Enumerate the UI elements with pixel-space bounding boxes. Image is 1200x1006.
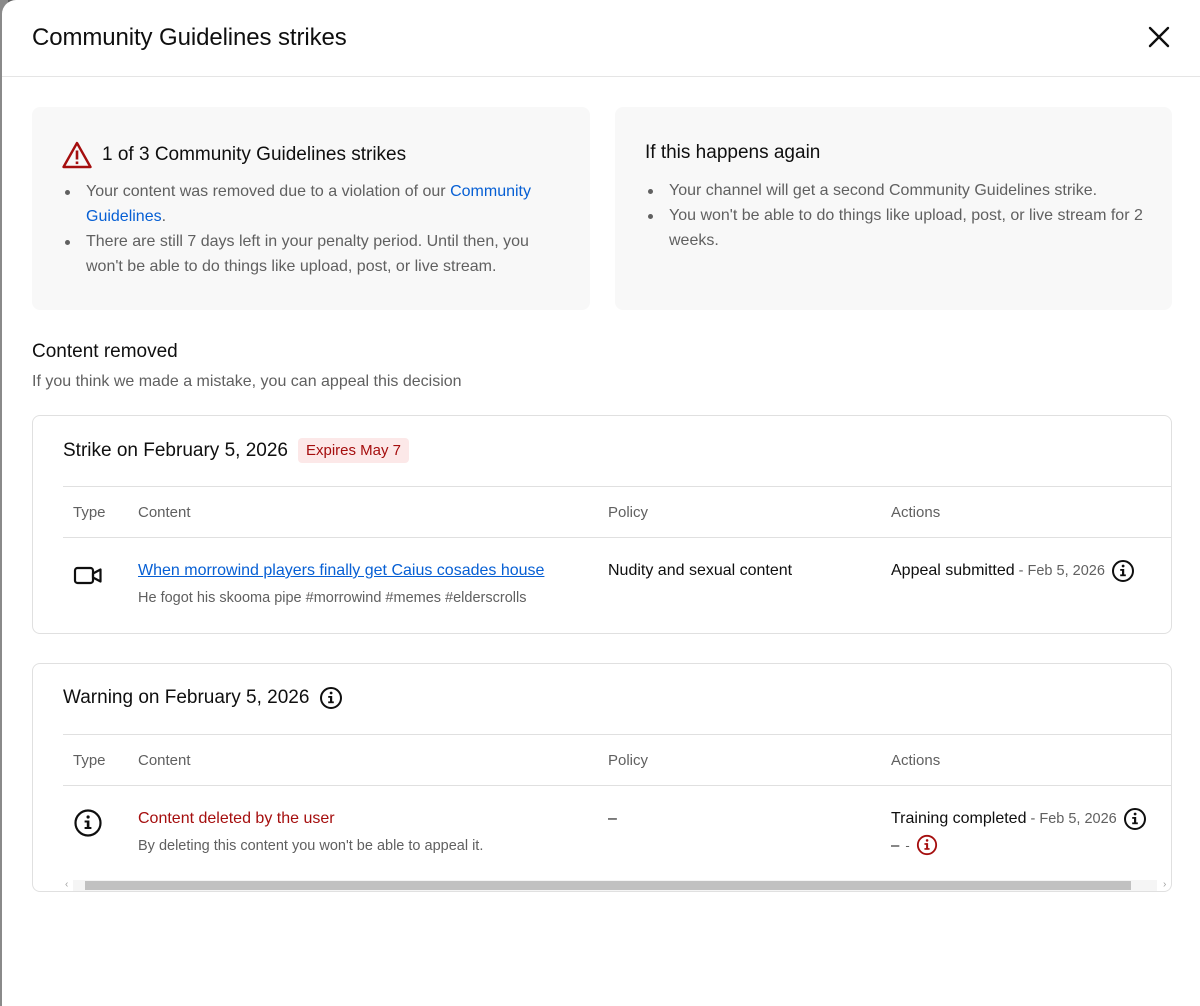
warning-triangle-icon bbox=[62, 141, 92, 169]
action-sub-dash-small: - bbox=[905, 837, 910, 853]
alert-info-icon bbox=[916, 834, 937, 856]
if-again-heading: If this happens again bbox=[645, 142, 821, 163]
info-icon bbox=[74, 809, 102, 837]
column-header-policy: Policy bbox=[608, 752, 649, 769]
deleted-content-description: By deleting this content you won't be ab… bbox=[138, 838, 484, 854]
column-header-actions: Actions bbox=[891, 752, 941, 769]
warning-panel-header: Warning on February 5, 2026 bbox=[63, 686, 343, 710]
table-header: Type Content Policy Actions bbox=[63, 486, 1171, 538]
appeal-info-button[interactable] bbox=[1111, 559, 1135, 583]
scroll-left-icon[interactable]: ‹ bbox=[65, 879, 68, 890]
alert-info-button[interactable] bbox=[916, 834, 938, 856]
strike-summary-heading: 1 of 3 Community Guidelines strikes bbox=[62, 141, 406, 169]
content-removed-subtitle: If you think we made a mistake, you can … bbox=[32, 373, 462, 390]
warning-panel: Warning on February 5, 2026 Type Content… bbox=[32, 663, 1172, 892]
scroll-right-icon[interactable]: › bbox=[1163, 879, 1166, 890]
action-date: - Feb 5, 2026 bbox=[1018, 563, 1105, 579]
info-icon bbox=[1111, 560, 1134, 582]
content-removed-title: Content removed bbox=[32, 341, 178, 362]
strike-panel-header: Strike on February 5, 2026 Expires May 7 bbox=[63, 438, 410, 463]
training-info-button[interactable] bbox=[1123, 807, 1147, 831]
bullet-text: . bbox=[161, 208, 167, 225]
list-item: Your content was removed due to a violat… bbox=[62, 179, 562, 229]
policy-value: – bbox=[608, 810, 617, 827]
action-sub-dash: – bbox=[891, 836, 900, 854]
warning-info-button[interactable] bbox=[319, 686, 343, 710]
close-icon bbox=[1148, 26, 1170, 48]
info-icon bbox=[320, 687, 343, 709]
strike-panel: Strike on February 5, 2026 Expires May 7… bbox=[32, 415, 1172, 634]
action-status: Training completed - Feb 5, 2026 bbox=[891, 807, 1147, 831]
info-row: 1 of 3 Community Guidelines strikes Your… bbox=[32, 107, 1172, 310]
action-sub-status: – - bbox=[891, 834, 938, 856]
expires-badge: Expires May 7 bbox=[297, 438, 410, 463]
info-icon bbox=[1123, 808, 1146, 830]
column-header-policy: Policy bbox=[608, 504, 649, 521]
scrollbar-thumb[interactable] bbox=[85, 881, 1131, 890]
table-row: When morrowind players finally get Caius… bbox=[63, 538, 1171, 633]
if-again-card: If this happens again Your channel will … bbox=[615, 107, 1172, 310]
horizontal-scrollbar[interactable]: ‹ › bbox=[63, 879, 1171, 891]
strike-summary-card: 1 of 3 Community Guidelines strikes Your… bbox=[32, 107, 590, 310]
video-camera-icon bbox=[73, 566, 102, 585]
strikes-dialog: Community Guidelines strikes 1 of 3 Comm… bbox=[2, 0, 1200, 1006]
warning-title: Warning on February 5, 2026 bbox=[63, 687, 310, 708]
warning-table: Type Content Policy Actions Content dele… bbox=[63, 734, 1171, 881]
action-label: Appeal submitted bbox=[891, 562, 1015, 579]
strike-count-text: 1 of 3 Community Guidelines strikes bbox=[102, 144, 407, 165]
video-title-link[interactable]: When morrowind players finally get Caius… bbox=[138, 562, 544, 580]
action-status: Appeal submitted - Feb 5, 2026 bbox=[891, 559, 1135, 583]
bullet-text: Your content was removed due to a violat… bbox=[86, 183, 451, 200]
column-header-type: Type bbox=[73, 752, 106, 769]
action-date: - Feb 5, 2026 bbox=[1030, 811, 1117, 827]
list-item: Your channel will get a second Community… bbox=[645, 178, 1155, 203]
column-header-type: Type bbox=[73, 504, 106, 521]
action-label: Training completed bbox=[891, 810, 1027, 827]
strike-table: Type Content Policy Actions When morrowi… bbox=[63, 486, 1171, 633]
column-header-content: Content bbox=[138, 504, 191, 521]
list-item: You won't be able to do things like uplo… bbox=[645, 203, 1155, 253]
list-item: There are still 7 days left in your pena… bbox=[62, 229, 562, 279]
strike-title: Strike on February 5, 2026 bbox=[63, 439, 288, 461]
close-button[interactable] bbox=[1144, 22, 1174, 52]
table-row: Content deleted by the user By deleting … bbox=[63, 786, 1171, 881]
if-again-list: Your channel will get a second Community… bbox=[645, 178, 1155, 253]
table-header: Type Content Policy Actions bbox=[63, 734, 1171, 786]
video-description: He fogot his skooma pipe #morrowind #mem… bbox=[138, 590, 527, 606]
column-header-actions: Actions bbox=[891, 504, 941, 521]
dialog-header: Community Guidelines strikes bbox=[2, 0, 1200, 77]
dialog-title: Community Guidelines strikes bbox=[32, 24, 347, 51]
scrollbar-track bbox=[73, 880, 1157, 891]
column-header-content: Content bbox=[138, 752, 191, 769]
deleted-content-title: Content deleted by the user bbox=[138, 810, 335, 827]
policy-value: Nudity and sexual content bbox=[608, 562, 793, 579]
strike-summary-list: Your content was removed due to a violat… bbox=[62, 179, 562, 279]
